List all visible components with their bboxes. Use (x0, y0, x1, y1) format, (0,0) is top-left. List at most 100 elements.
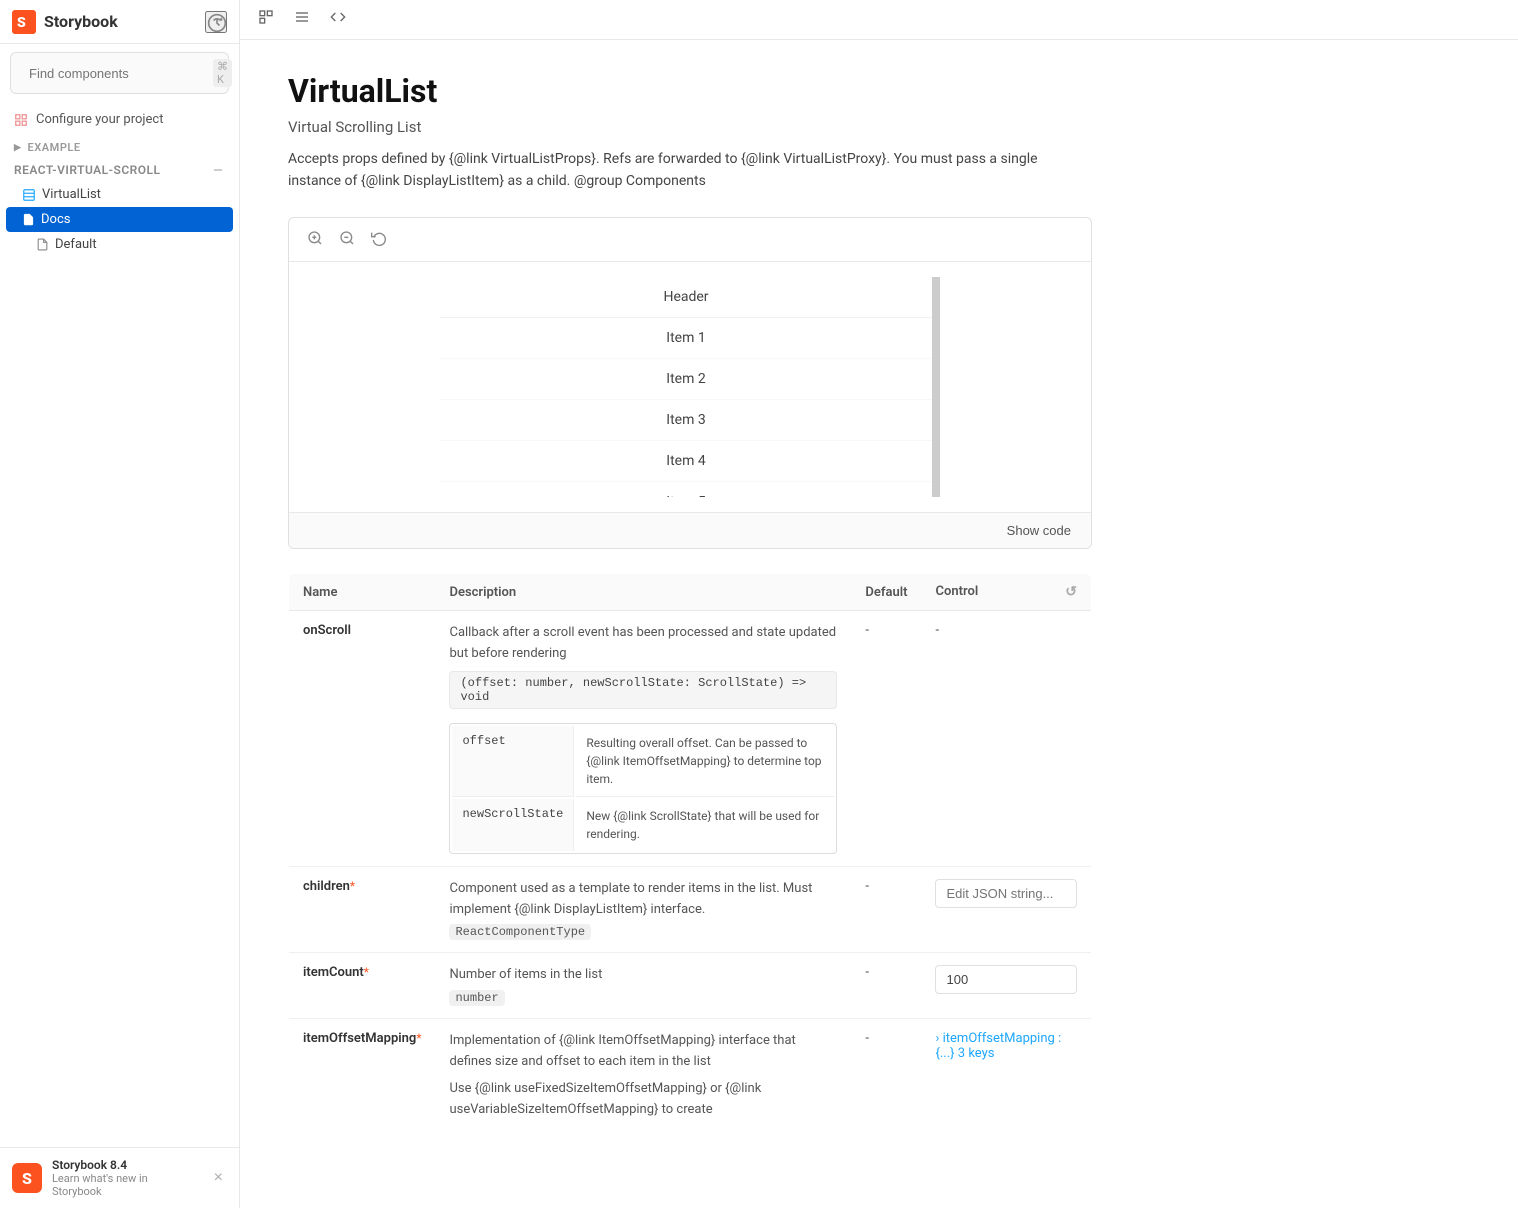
param-table: offset Resulting overall offset. Can be … (449, 723, 837, 854)
story-icon (36, 238, 49, 251)
docs-item[interactable]: Docs (6, 207, 233, 232)
param-desc: Resulting overall offset. Can be passed … (576, 726, 834, 797)
children-control-input[interactable] (935, 879, 1077, 908)
react-section-label[interactable]: REACT-VIRTUAL-SCROLL (0, 158, 239, 182)
react-virtual-scroll-group: REACT-VIRTUAL-SCROLL VirtualList D (0, 158, 239, 257)
storybook-title: Storybook (44, 12, 118, 31)
prop-description: Callback after a scroll event has been p… (449, 623, 837, 665)
prop-required: * (350, 879, 355, 893)
col-default: Default (851, 573, 921, 611)
prop-required: * (416, 1031, 421, 1045)
prop-control-cell[interactable] (921, 953, 1091, 1019)
prop-name: itemOffsetMapping (303, 1031, 416, 1046)
sidebar-logo[interactable]: S Storybook (12, 10, 205, 34)
react-section-title: REACT-VIRTUAL-SCROLL (14, 163, 160, 177)
prop-default-cell: - (851, 866, 921, 953)
search-input[interactable] (29, 66, 205, 81)
prop-control-cell[interactable] (921, 866, 1091, 953)
scroll-thumb (932, 287, 938, 347)
prop-name-cell: children* (289, 866, 436, 953)
collapse-icon (211, 163, 225, 177)
configure-project-item[interactable]: Configure your project (0, 106, 239, 133)
toast-title: Storybook 8.4 (52, 1158, 200, 1172)
reset-zoom-button[interactable] (365, 226, 393, 253)
component-icon (22, 188, 36, 202)
toast-subtitle: Learn what's new in Storybook (52, 1172, 200, 1198)
prop-name: children (303, 879, 350, 894)
props-table-body: onScroll Callback after a scroll event h… (289, 611, 1092, 1133)
prop-description-2: Use {@link useFixedSizeItemOffsetMapping… (449, 1079, 837, 1121)
search-bar[interactable]: ⌘ K (10, 52, 229, 94)
docs-description: Accepts props defined by {@link VirtualL… (288, 148, 1092, 193)
virtual-list-header: Header (440, 277, 932, 318)
search-shortcut: ⌘ K (213, 59, 232, 87)
col-control: Control ↺ (921, 574, 1091, 611)
toast-text: Storybook 8.4 Learn what's new in Storyb… (52, 1158, 200, 1198)
prop-code-signature: (offset: number, newScrollState: ScrollS… (449, 671, 837, 709)
show-code-button[interactable]: Show code (999, 519, 1079, 542)
prop-description-cell: Component used as a template to render i… (435, 866, 851, 953)
sidebar: S Storybook ⌘ K (0, 0, 240, 1208)
virtual-list-demo: Header Item 1 Item 2 Item 3 Item 4 Item … (440, 277, 940, 497)
col-name: Name (289, 573, 436, 611)
zoom-out-button[interactable] (333, 226, 361, 253)
prop-name-cell: itemCount* (289, 953, 436, 1019)
example-section[interactable]: ▶ EXAMPLE (0, 133, 239, 158)
main-content: VirtualList Virtual Scrolling List Accep… (240, 0, 1518, 1208)
prop-name: onScroll (303, 623, 351, 638)
prop-control-cell: - (921, 611, 1091, 867)
param-row: newScrollState New {@link ScrollState} t… (452, 799, 834, 851)
param-name: offset (452, 726, 574, 797)
table-row: itemOffsetMapping* Implementation of {@l… (289, 1019, 1092, 1133)
col-control-label: Control (935, 584, 978, 599)
configure-label: Configure your project (36, 112, 163, 127)
prop-default-cell: - (851, 953, 921, 1019)
prop-required: * (364, 965, 369, 979)
show-code-bar: Show code (289, 512, 1091, 548)
props-table: Name Description Default Control ↺ onScr… (288, 573, 1092, 1134)
list-item: Item 3 (440, 400, 932, 441)
docs-subtitle: Virtual Scrolling List (288, 118, 1092, 136)
preview-toolbar (289, 218, 1091, 262)
toast-logo: S (12, 1163, 42, 1193)
default-label: Default (55, 237, 97, 252)
view-button-1[interactable] (252, 5, 280, 34)
list-item: Item 1 (440, 318, 932, 359)
prop-description: Component used as a template to render i… (449, 879, 837, 921)
prop-type: number (449, 990, 504, 1006)
virtuallist-group-item[interactable]: VirtualList (0, 182, 239, 207)
default-story-item[interactable]: Default (0, 232, 239, 257)
itemoffsetmapping-control-link[interactable]: › itemOffsetMapping : {...} 3 keys (935, 1031, 1061, 1061)
props-table-header: Name Description Default Control ↺ (289, 573, 1092, 611)
preview-box: Header Item 1 Item 2 Item 3 Item 4 Item … (288, 217, 1092, 549)
col-description: Description (435, 573, 851, 611)
view-button-2[interactable] (288, 5, 316, 34)
list-item: Item 5 (440, 482, 932, 497)
param-row: offset Resulting overall offset. Can be … (452, 726, 834, 797)
docs-title: VirtualList (288, 72, 1092, 110)
itemcount-control-input[interactable] (935, 965, 1077, 994)
table-row: onScroll Callback after a scroll event h… (289, 611, 1092, 867)
top-toolbar (240, 0, 1518, 40)
configure-icon (14, 113, 28, 127)
update-icon-button[interactable] (205, 11, 227, 33)
storybook-logo-icon: S (12, 10, 36, 34)
prop-control-cell[interactable]: › itemOffsetMapping : {...} 3 keys (921, 1019, 1091, 1133)
sidebar-header: S Storybook (0, 0, 239, 44)
table-row: itemCount* Number of items in the list n… (289, 953, 1092, 1019)
prop-description: Number of items in the list (449, 965, 837, 986)
toast-close-button[interactable]: × (210, 1169, 227, 1187)
prop-default-cell: - (851, 1019, 921, 1133)
prop-type: ReactComponentType (449, 924, 591, 940)
prop-name: itemCount (303, 965, 364, 980)
docs-content: VirtualList Virtual Scrolling List Accep… (240, 40, 1140, 1181)
prop-default-cell: - (851, 611, 921, 867)
zoom-in-button[interactable] (301, 226, 329, 253)
param-desc: New {@link ScrollState} that will be use… (576, 799, 834, 851)
param-name: newScrollState (452, 799, 574, 851)
view-button-3[interactable] (324, 5, 352, 34)
prop-name-cell: onScroll (289, 611, 436, 867)
docs-icon (22, 213, 35, 226)
virtuallist-label: VirtualList (42, 187, 101, 202)
reset-controls-icon[interactable]: ↺ (1065, 584, 1077, 600)
